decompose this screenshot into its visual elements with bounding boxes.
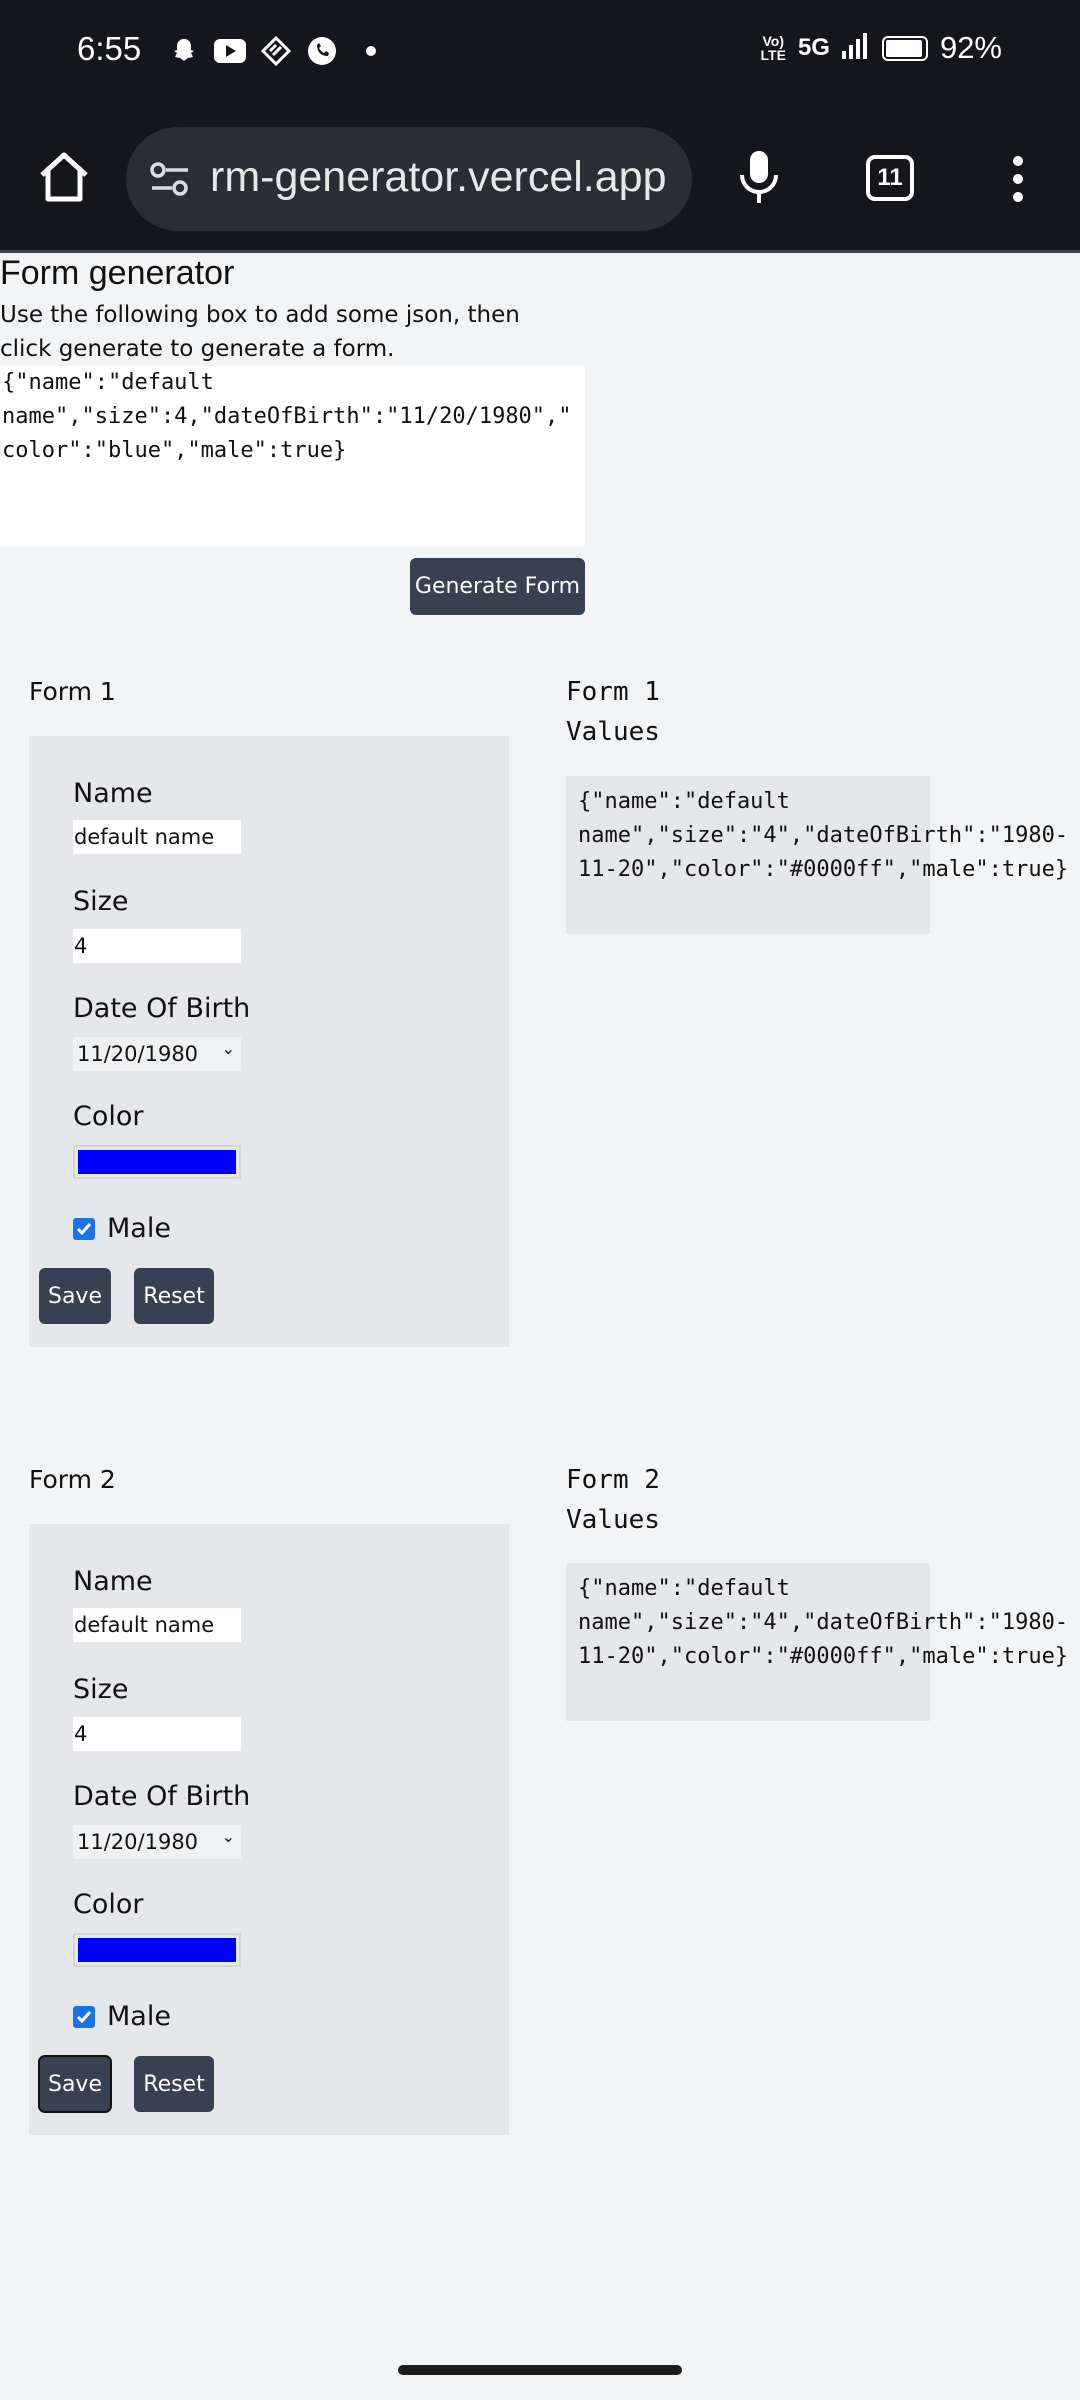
network-type: 5G [797, 34, 830, 61]
form-2-color-input[interactable] [73, 1933, 241, 1967]
status-bar: 6:55 Vo) LTE 5G 92% [0, 0, 1080, 105]
form-2-male-checkbox[interactable] [73, 2005, 95, 2028]
url-text[interactable]: rm-generator.vercel.app [210, 153, 667, 202]
notification-icons [168, 35, 376, 67]
form-2-dob-value: 11/20/1980 [77, 1830, 199, 1854]
checkmark-icon [76, 2010, 92, 2023]
home-indicator[interactable] [398, 2365, 682, 2375]
checkmark-icon [76, 1222, 92, 1235]
form-2-size-input[interactable] [73, 1717, 241, 1751]
microphone-icon[interactable] [734, 147, 784, 207]
home-icon[interactable] [34, 147, 94, 207]
form-2-save-button[interactable]: Save [38, 2055, 112, 2113]
clock: 6:55 [77, 30, 142, 67]
form-1-color-label: Color [73, 1101, 144, 1132]
youtube-icon [214, 35, 246, 67]
form-2-dob-input[interactable]: 11/20/1980 ⌄ [73, 1825, 241, 1859]
app-notification-icon [260, 35, 292, 67]
form-1-dob-value: 11/20/1980 [77, 1042, 199, 1066]
form-1-values-heading: Form 1 Values [566, 677, 660, 747]
chevron-down-icon: ⌄ [221, 1039, 235, 1058]
json-input[interactable] [0, 366, 585, 546]
battery-icon [881, 35, 928, 61]
volte-icon: Vo) LTE [760, 33, 786, 63]
form-1-name-input[interactable] [73, 820, 241, 854]
snapchat-icon [168, 35, 200, 67]
form-2-values-heading: Form 2 Values [566, 1465, 660, 1535]
address-bar[interactable]: rm-generator.vercel.app [126, 127, 692, 231]
form-2-color-label: Color [73, 1889, 144, 1920]
more-options-icon[interactable] [1006, 149, 1030, 209]
form-1-male-label: Male [107, 1213, 171, 1244]
form-1-reset-button[interactable]: Reset [134, 1268, 214, 1324]
form-2-reset-button[interactable]: Reset [134, 2056, 214, 2112]
battery-percent: 92% [939, 30, 1002, 65]
chevron-down-icon: ⌄ [221, 1827, 235, 1846]
form-1-color-swatch [78, 1150, 236, 1174]
form-1-save-button[interactable]: Save [39, 1268, 111, 1324]
more-notifications-dot [366, 46, 376, 56]
system-icons: Vo) LTE 5G 92% [761, 30, 1002, 66]
browser-toolbar: rm-generator.vercel.app 11 [0, 105, 1080, 253]
form-1-male-row[interactable]: Male [73, 1213, 171, 1244]
call-notification-icon [306, 35, 338, 67]
generate-form-button[interactable]: Generate Form [410, 558, 585, 615]
tab-switcher-button[interactable]: 11 [866, 155, 914, 201]
form-1-dob-label: Date Of Birth [73, 993, 251, 1024]
form-1-name-label: Name [73, 778, 153, 809]
form-1-size-input[interactable] [73, 929, 241, 963]
form-2-male-label: Male [107, 2001, 171, 2032]
form-1-color-input[interactable] [73, 1145, 241, 1179]
page-description: Use the following box to add some json, … [0, 302, 520, 362]
form-2-values-json: {"name":"default name","size":"4","dateO… [578, 1576, 1069, 1669]
form-1-values-json: {"name":"default name","size":"4","dateO… [578, 789, 1069, 882]
form-2-size-label: Size [73, 1674, 129, 1705]
page-title: Form generator [0, 254, 235, 292]
form-2-male-row[interactable]: Male [73, 2001, 171, 2032]
form-2-name-label: Name [73, 1566, 153, 1597]
form-1-male-checkbox[interactable] [73, 1217, 95, 1240]
site-settings-icon[interactable] [148, 157, 192, 201]
signal-icon [841, 32, 870, 64]
form-2-name-input[interactable] [73, 1608, 241, 1642]
form-2-color-swatch [78, 1938, 236, 1962]
form-1-heading: Form 1 [29, 677, 116, 706]
form-2-dob-label: Date Of Birth [73, 1781, 251, 1812]
form-1-size-label: Size [73, 886, 129, 917]
form-2-heading: Form 2 [29, 1465, 116, 1494]
form-1-dob-input[interactable]: 11/20/1980 ⌄ [73, 1037, 241, 1071]
